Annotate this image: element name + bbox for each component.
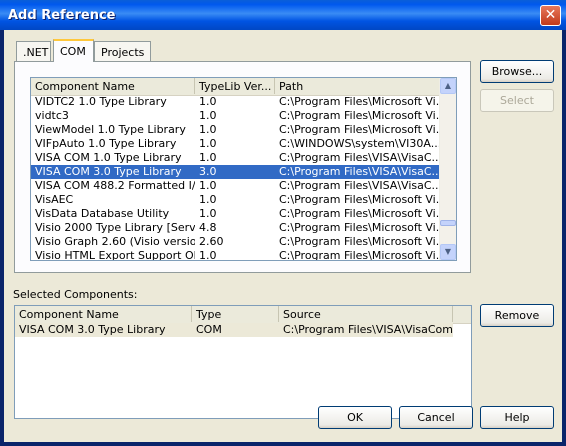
components-list-header: Component Name TypeLib Ver... Path xyxy=(31,78,456,96)
close-icon[interactable]: ✕ xyxy=(540,5,561,26)
list-item[interactable]: vidtc3 1.0 C:\Program Files\Microsoft Vi..… xyxy=(31,109,440,123)
cell-name: VisData Database Utility xyxy=(35,207,170,220)
tab-label: COM xyxy=(60,45,86,58)
list-item[interactable]: VISA COM 3.0 Type Library 3.0 C:\Program F… xyxy=(31,165,440,179)
cell-version: 1.0 xyxy=(199,179,217,192)
cell-path: C:\Program Files\Microsoft Vi... xyxy=(279,235,440,248)
cell-name: Visio Graph 2.60 (Visio version... xyxy=(35,235,195,248)
scroll-up-icon[interactable]: ▲ xyxy=(440,78,456,94)
column-header-source[interactable]: Source xyxy=(279,306,453,322)
column-header-component-name[interactable]: Component Name xyxy=(31,78,195,94)
list-item[interactable]: VIDTC2 1.0 Type Library 1.0 C:\Program Fil… xyxy=(31,95,440,109)
list-item[interactable]: VisAEC 1.0 C:\Program Files\Microsoft Vi..… xyxy=(31,193,440,207)
selected-components-label: Selected Components: xyxy=(13,288,138,301)
cell-name: VISA COM 3.0 Type Library xyxy=(35,165,182,178)
cell-path: C:\Program Files\VISA\VisaC... xyxy=(279,151,440,164)
cell-version: 4.8 xyxy=(199,221,217,234)
cell-name: Visio 2000 Type Library [Servi... xyxy=(35,221,195,234)
add-reference-dialog: Add Reference ✕ .NET COM Projects Compon… xyxy=(0,0,566,446)
cancel-button[interactable]: Cancel xyxy=(399,406,473,429)
cell-version: 1.0 xyxy=(199,193,217,206)
list-item[interactable]: VISA COM 488.2 Formatted I/... 1.0 C:\Prog… xyxy=(31,179,440,193)
cell-version: 1.0 xyxy=(199,123,217,136)
selected-list-header: Component Name Type Source xyxy=(15,306,471,324)
column-header-component-name[interactable]: Component Name xyxy=(15,306,192,322)
list-item[interactable]: VISA COM 1.0 Type Library 1.0 C:\Program F… xyxy=(31,151,440,165)
cell-name: VISA COM 488.2 Formatted I/... xyxy=(35,179,195,192)
cell-version: 1.0 xyxy=(199,109,217,122)
cell-path: C:\Program Files\Microsoft Vi... xyxy=(279,95,440,108)
list-item[interactable]: Visio HTML Export Support Ob... 1.0 C:\Pro… xyxy=(31,249,440,261)
scroll-thumb[interactable] xyxy=(440,220,456,226)
cell-path: C:\Program Files\Microsoft Vi... xyxy=(279,193,440,206)
title-bar[interactable]: Add Reference ✕ xyxy=(0,0,566,30)
ok-button[interactable]: OK xyxy=(318,406,392,429)
list-item[interactable]: ViewModel 1.0 Type Library 1.0 C:\Program … xyxy=(31,123,440,137)
tab-label: Projects xyxy=(101,46,145,59)
scroll-down-icon[interactable]: ▼ xyxy=(440,244,456,260)
cell-source: C:\Program Files\VISA\VisaCom... xyxy=(283,323,453,336)
list-item[interactable]: VIFpAuto 1.0 Type Library 1.0 C:\WINDOWS\s… xyxy=(31,137,440,151)
cell-version: 2.60 xyxy=(199,235,224,248)
tab-dotnet[interactable]: .NET xyxy=(16,41,51,61)
components-list-scrollbar[interactable]: ▲ ▼ xyxy=(439,78,456,260)
tab-label: .NET xyxy=(23,46,49,59)
list-item[interactable]: Visio Graph 2.60 (Visio version... 2.60 C:… xyxy=(31,235,440,249)
cell-path: C:\Program Files\VISA\VisaC... xyxy=(279,179,440,192)
cell-type: COM xyxy=(196,323,222,336)
cell-name: ViewModel 1.0 Type Library xyxy=(35,123,186,136)
cell-version: 1.0 xyxy=(199,207,217,220)
cell-name: VIDTC2 1.0 Type Library xyxy=(35,95,167,108)
help-button[interactable]: Help xyxy=(480,406,554,429)
tab-com[interactable]: COM xyxy=(53,39,94,62)
tab-projects[interactable]: Projects xyxy=(94,41,151,61)
com-tab-panel: Component Name TypeLib Ver... Path VIDTC… xyxy=(14,61,471,273)
cell-name: VisAEC xyxy=(35,193,74,206)
cell-version: 1.0 xyxy=(199,151,217,164)
cell-path: C:\Program Files\VISA\VisaC... xyxy=(279,165,440,178)
cell-path: C:\Program Files\Microsoft Vi... xyxy=(279,123,440,136)
cell-version: 1.0 xyxy=(199,137,217,150)
select-button[interactable]: Select xyxy=(480,89,554,112)
dialog-client-area: .NET COM Projects Component Name TypeLib… xyxy=(4,30,562,442)
cell-version: 3.0 xyxy=(199,165,217,178)
browse-button[interactable]: Browse... xyxy=(480,60,554,83)
cell-path: C:\Program Files\Microsoft Vi... xyxy=(279,109,440,122)
cell-name: VISA COM 3.0 Type Library xyxy=(19,323,166,336)
cell-path: C:\Program Files\Microsoft Vi... xyxy=(279,221,440,234)
cell-path: C:\Program Files\Microsoft Vi... xyxy=(279,249,440,261)
cell-path: C:\Program Files\Microsoft Vi... xyxy=(279,207,440,220)
cell-name: VISA COM 1.0 Type Library xyxy=(35,151,182,164)
cell-name: vidtc3 xyxy=(35,109,69,122)
column-header-path[interactable]: Path xyxy=(275,78,440,94)
selected-components-list[interactable]: Component Name Type Source VISA COM 3.0 … xyxy=(14,305,472,419)
cell-version: 1.0 xyxy=(199,95,217,108)
list-item[interactable]: VisData Database Utility 1.0 C:\Program Fi… xyxy=(31,207,440,221)
column-header-type[interactable]: Type xyxy=(192,306,279,322)
cell-name: VIFpAuto 1.0 Type Library xyxy=(35,137,177,150)
list-item[interactable]: Visio 2000 Type Library [Servi... 4.8 C:\P… xyxy=(31,221,440,235)
cell-path: C:\WINDOWS\system\VI30A... xyxy=(279,137,440,150)
components-list[interactable]: Component Name TypeLib Ver... Path VIDTC… xyxy=(30,77,457,261)
table-row[interactable]: VISA COM 3.0 Type Library COM C:\Program F… xyxy=(15,323,453,337)
remove-button[interactable]: Remove xyxy=(480,304,554,327)
column-header-typelib-version[interactable]: TypeLib Ver... xyxy=(195,78,275,94)
window-title: Add Reference xyxy=(8,8,116,23)
cell-name: Visio HTML Export Support Ob... xyxy=(35,249,195,261)
cell-version: 1.0 xyxy=(199,249,217,261)
